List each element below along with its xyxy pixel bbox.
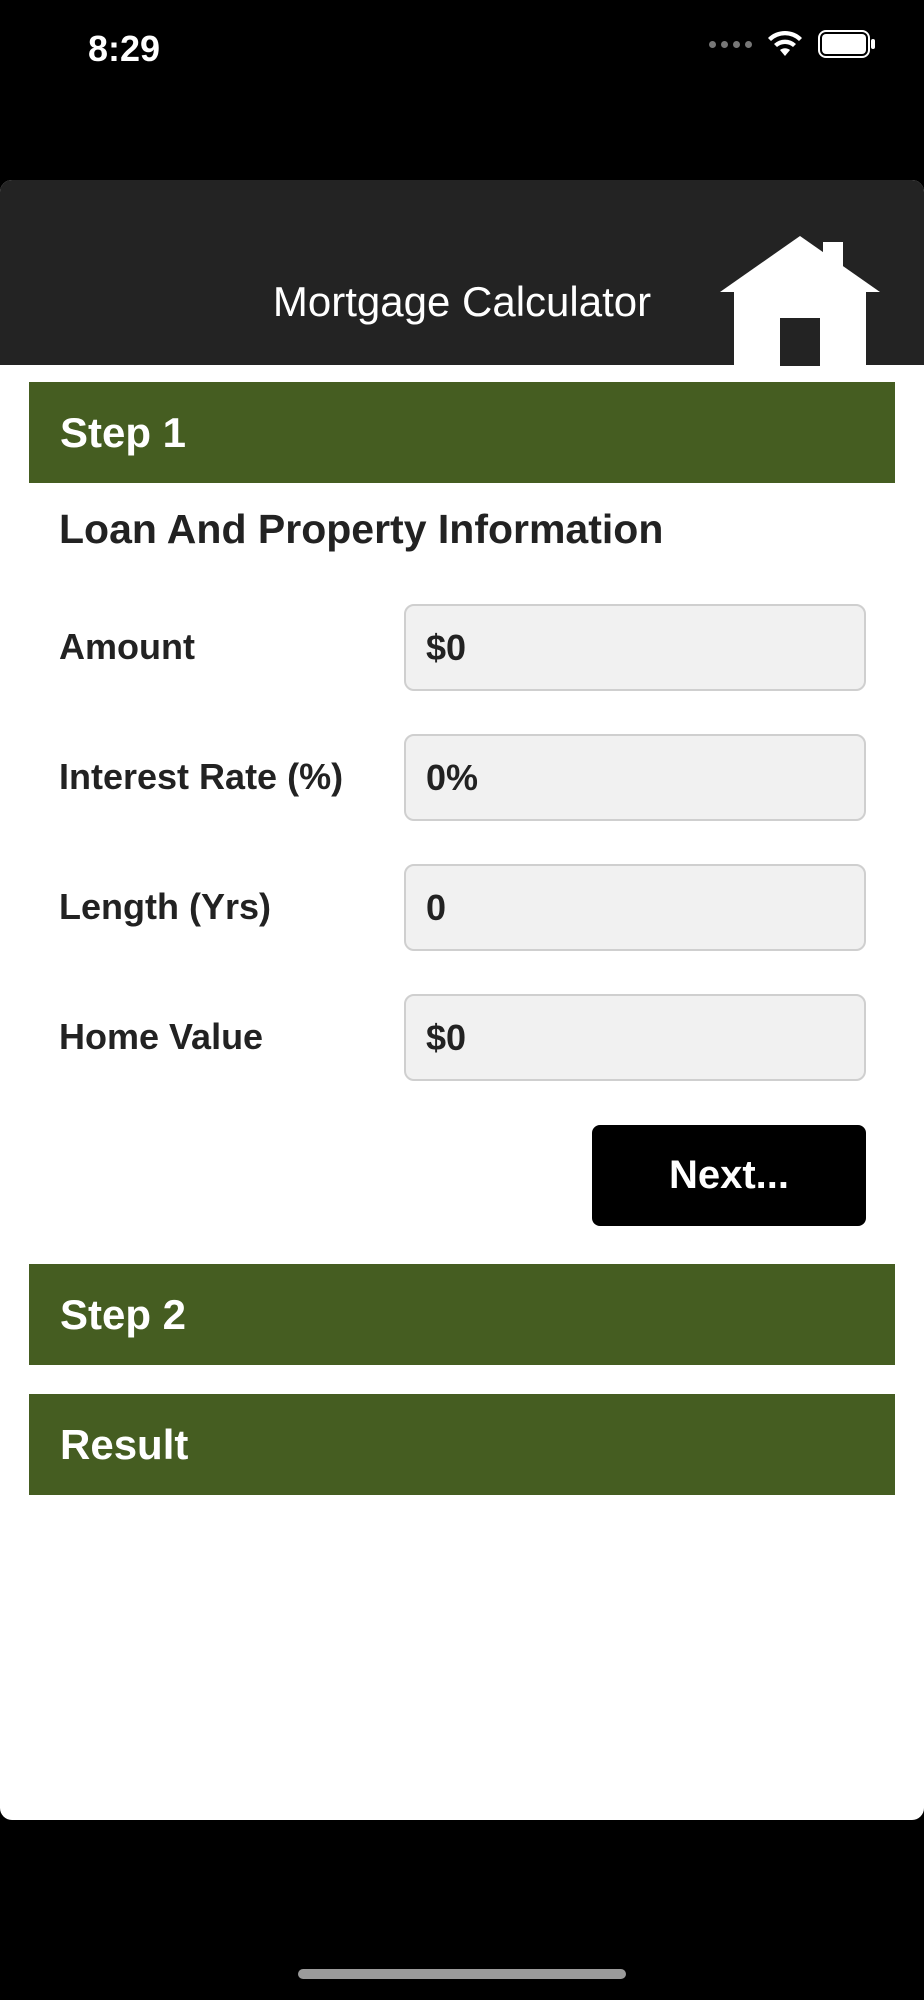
app-card: Mortgage Calculator Step 1 Loan And Prop…	[0, 180, 924, 1820]
step1-header[interactable]: Step 1	[29, 382, 895, 483]
status-time: 8:29	[88, 28, 161, 69]
home-indicator[interactable]	[298, 1969, 626, 1979]
next-button[interactable]: Next...	[592, 1125, 866, 1226]
length-label: Length (Yrs)	[59, 886, 271, 927]
home-value-label: Home Value	[59, 1016, 264, 1057]
interest-rate-input[interactable]	[404, 734, 866, 821]
result-header[interactable]: Result	[29, 1394, 895, 1495]
step1-label: Step 1	[60, 408, 187, 456]
home-value-input[interactable]	[404, 994, 866, 1081]
cellular-signal-icon	[709, 40, 752, 48]
wifi-icon	[768, 30, 802, 56]
step2-header[interactable]: Step 2	[29, 1264, 895, 1365]
amount-label: Amount	[59, 626, 195, 667]
length-input[interactable]	[404, 864, 866, 951]
amount-input[interactable]	[404, 604, 866, 691]
status-indicators	[709, 30, 876, 58]
interest-rate-label: Interest Rate (%)	[59, 756, 344, 797]
battery-icon	[818, 30, 875, 58]
step2-label: Step 2	[60, 1290, 187, 1338]
house-icon	[720, 236, 880, 366]
result-label: Result	[60, 1420, 189, 1468]
app-header: Mortgage Calculator	[0, 180, 924, 366]
phone-screen: 8:29 Mortgage Calculator Step 1 Loan And…	[0, 0, 924, 2000]
section-heading: Loan And Property Information	[59, 506, 664, 552]
